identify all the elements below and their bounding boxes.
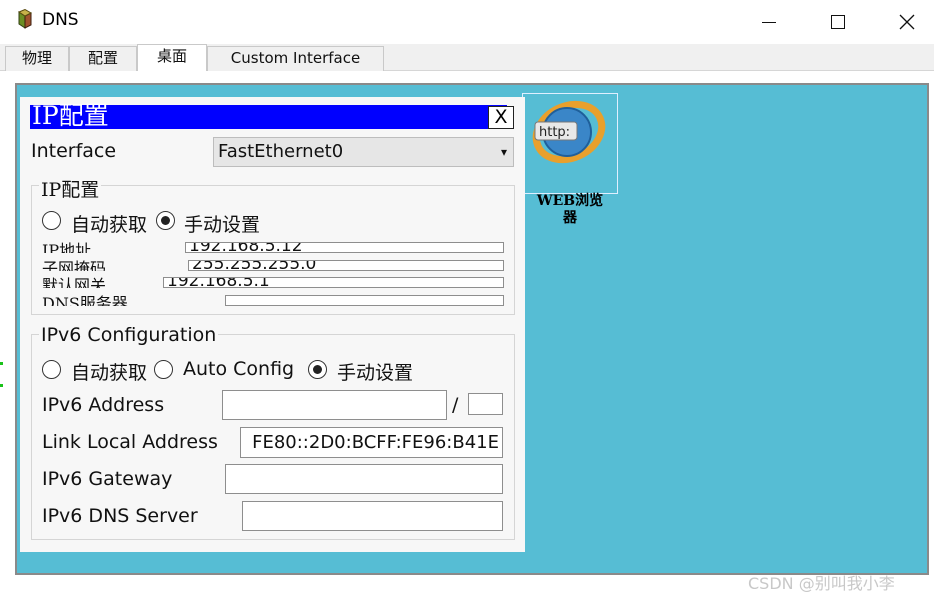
maximize-button[interactable] — [803, 0, 873, 44]
ipv6-dns-value — [243, 506, 246, 526]
tab-config[interactable]: 配置 — [69, 46, 137, 71]
ipv6-address-value — [223, 395, 226, 415]
subnet-mask-field[interactable]: 255.255.255.0 — [188, 260, 504, 271]
maximize-icon — [831, 15, 845, 29]
ip-address-label: IP地址 — [42, 241, 92, 253]
interface-select[interactable]: FastEthernet0 ▾ — [213, 137, 514, 167]
default-gateway-value: 192.168.5.1 — [167, 277, 270, 288]
chevron-down-icon: ▾ — [500, 145, 507, 159]
ipv6-group-title: IPv6 Configuration — [39, 324, 219, 346]
ipv6-gateway-field[interactable] — [225, 464, 503, 494]
ipv6-dns-label: IPv6 DNS Server — [42, 505, 198, 527]
dialog-title: IP配置 — [32, 101, 109, 130]
edge-marker — [0, 384, 3, 387]
dns-server-field[interactable] — [225, 295, 504, 306]
prefix-separator: / — [452, 394, 459, 416]
ipv4-dhcp-radio[interactable] — [42, 211, 61, 230]
ip-address-field[interactable]: 192.168.5.12 — [185, 242, 504, 253]
tab-desktop[interactable]: 桌面 — [137, 44, 207, 72]
minimize-button[interactable] — [734, 0, 804, 44]
dialog-title-bar[interactable]: IP配置 — [30, 101, 507, 130]
web-browser-label-line1: WEB浏览 — [536, 193, 604, 209]
ipv6-gateway-value — [226, 469, 229, 489]
link-local-label: Link Local Address — [42, 431, 218, 453]
close-icon — [899, 14, 915, 30]
ipv6-auto-config-radio[interactable] — [154, 360, 173, 379]
ipv6-address-field[interactable] — [222, 390, 447, 420]
default-gateway-label: 默认网关 — [42, 276, 107, 288]
ipv6-address-label: IPv6 Address — [42, 394, 165, 416]
ipv4-dhcp-label: 自动获取 — [71, 214, 148, 236]
tab-custom-interface[interactable]: Custom Interface — [207, 46, 384, 71]
ip-address-value: 192.168.5.12 — [189, 242, 303, 253]
title-bar: DNS — [0, 0, 934, 44]
tab-physical[interactable]: 物理 — [5, 46, 69, 71]
subnet-mask-value: 255.255.255.0 — [192, 260, 317, 271]
web-browser-label-line2: 器 — [563, 210, 577, 226]
window-title: DNS — [42, 10, 79, 30]
web-browser-icon: http: — [532, 100, 606, 164]
default-gateway-field[interactable]: 192.168.5.1 — [163, 277, 504, 288]
ipv6-dhcp-label: 自动获取 — [71, 362, 148, 384]
ipv6-static-radio[interactable] — [308, 360, 327, 379]
web-browser-app[interactable]: http: — [522, 93, 618, 194]
dns-server-label: DNS服务器 — [42, 294, 128, 306]
close-window-button[interactable] — [872, 0, 934, 44]
ipv6-dns-field[interactable] — [242, 501, 503, 531]
edge-marker — [0, 362, 3, 365]
dialog-close-button[interactable]: X — [488, 106, 514, 129]
network-device-icon — [17, 9, 33, 29]
link-local-field[interactable]: FE80::2D0:BCFF:FE96:B41E — [240, 427, 503, 458]
ipv6-auto-config-label: Auto Config — [183, 358, 295, 380]
ipv6-prefix-field[interactable] — [468, 393, 503, 415]
ipv4-group-title: IP配置 — [39, 175, 102, 202]
ipv4-static-label: 手动设置 — [184, 214, 261, 236]
interface-value: FastEthernet0 — [218, 141, 344, 162]
ipv4-static-radio[interactable] — [156, 211, 175, 230]
interface-label: Interface — [31, 140, 117, 162]
watermark: CSDN @别叫我小李 — [748, 574, 895, 593]
ipv6-gateway-label: IPv6 Gateway — [42, 468, 173, 490]
web-browser-icon-text: http: — [539, 125, 570, 140]
web-browser-label[interactable]: WEB浏览 器 — [508, 193, 632, 227]
link-local-value: FE80::2D0:BCFF:FE96:B41E — [252, 432, 499, 453]
ip-config-dialog: IP配置 X Interface FastEthernet0 ▾ IP配置 自动… — [20, 97, 525, 552]
ipv6-dhcp-radio[interactable] — [42, 360, 61, 379]
minimize-icon — [762, 21, 776, 23]
ipv6-static-label: 手动设置 — [337, 362, 414, 384]
tab-bar: 物理 配置 桌面 Custom Interface — [0, 44, 934, 72]
subnet-mask-label: 子网掩码 — [42, 259, 107, 271]
